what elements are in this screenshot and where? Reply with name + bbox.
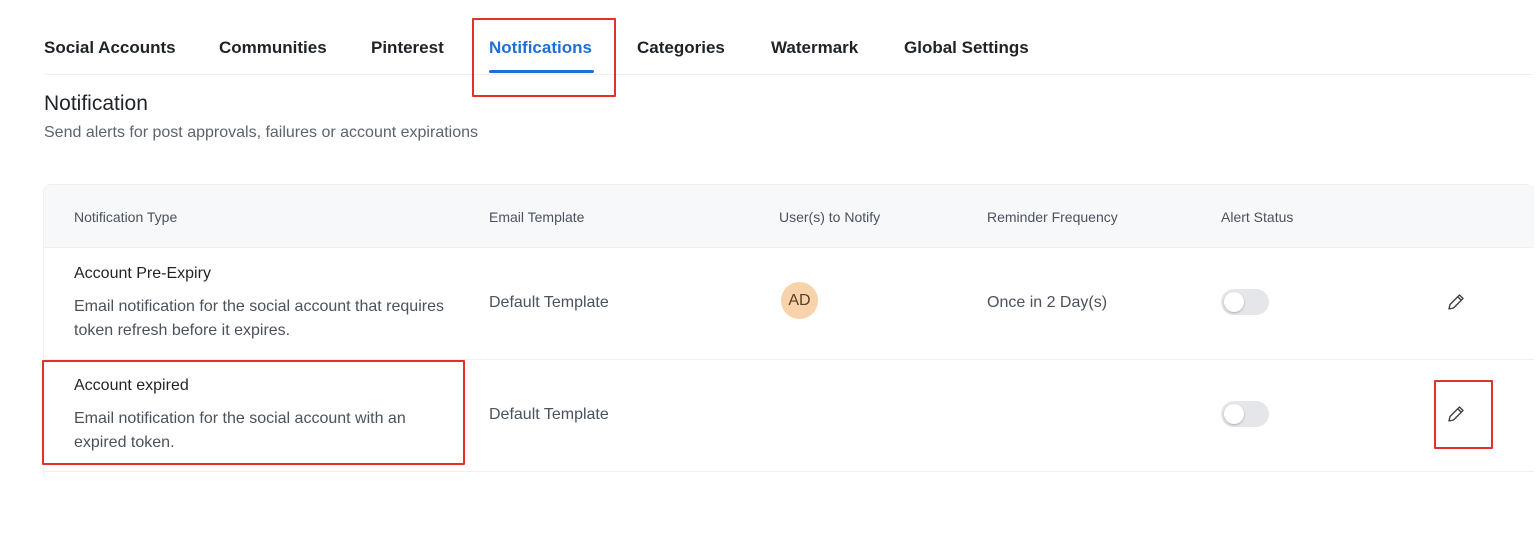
tab-pinterest[interactable]: Pinterest: [371, 38, 444, 58]
column-header-email-template: Email Template: [489, 209, 585, 225]
toggle-knob: [1224, 292, 1244, 312]
column-header-users-to-notify: User(s) to Notify: [779, 209, 881, 225]
pencil-icon[interactable]: [1445, 403, 1467, 425]
section-subtitle: Send alerts for post approvals, failures…: [44, 124, 479, 141]
table-row: Account Pre-Expiry Email notification fo…: [44, 248, 1534, 360]
tab-communities[interactable]: Communities: [219, 38, 327, 58]
tab-notifications[interactable]: Notifications: [489, 38, 592, 58]
avatar[interactable]: AD: [781, 282, 818, 319]
notification-type-title: Account Pre-Expiry: [74, 265, 211, 282]
notification-type-description: Email notification for the social accoun…: [74, 410, 406, 451]
table-header: Notification Type Email Template User(s)…: [44, 185, 1534, 248]
active-tab-indicator: [489, 70, 594, 73]
column-header-reminder-frequency: Reminder Frequency: [987, 209, 1118, 225]
tab-watermark[interactable]: Watermark: [771, 38, 858, 58]
section-title: Notification: [44, 92, 148, 115]
reminder-frequency-value: Once in 2 Day(s): [987, 294, 1108, 311]
pencil-icon[interactable]: [1445, 291, 1467, 313]
email-template-value: Default Template: [489, 294, 609, 311]
tab-bar: Social Accounts Communities Pinterest No…: [44, 0, 1533, 75]
tab-categories[interactable]: Categories: [637, 38, 725, 58]
alert-status-toggle[interactable]: [1221, 401, 1269, 427]
column-header-notification-type: Notification Type: [74, 209, 178, 225]
column-header-alert-status: Alert Status: [1221, 209, 1294, 225]
alert-status-toggle[interactable]: [1221, 289, 1269, 315]
email-template-value: Default Template: [489, 406, 609, 423]
notification-type-title: Account expired: [74, 377, 189, 394]
notifications-table: Notification Type Email Template User(s)…: [43, 184, 1534, 481]
notification-type-description: Email notification for the social accoun…: [74, 298, 444, 339]
tab-global-settings[interactable]: Global Settings: [904, 38, 1029, 58]
table-row: Account expired Email notification for t…: [44, 360, 1534, 472]
tab-social-accounts[interactable]: Social Accounts: [44, 38, 176, 58]
toggle-knob: [1224, 404, 1244, 424]
